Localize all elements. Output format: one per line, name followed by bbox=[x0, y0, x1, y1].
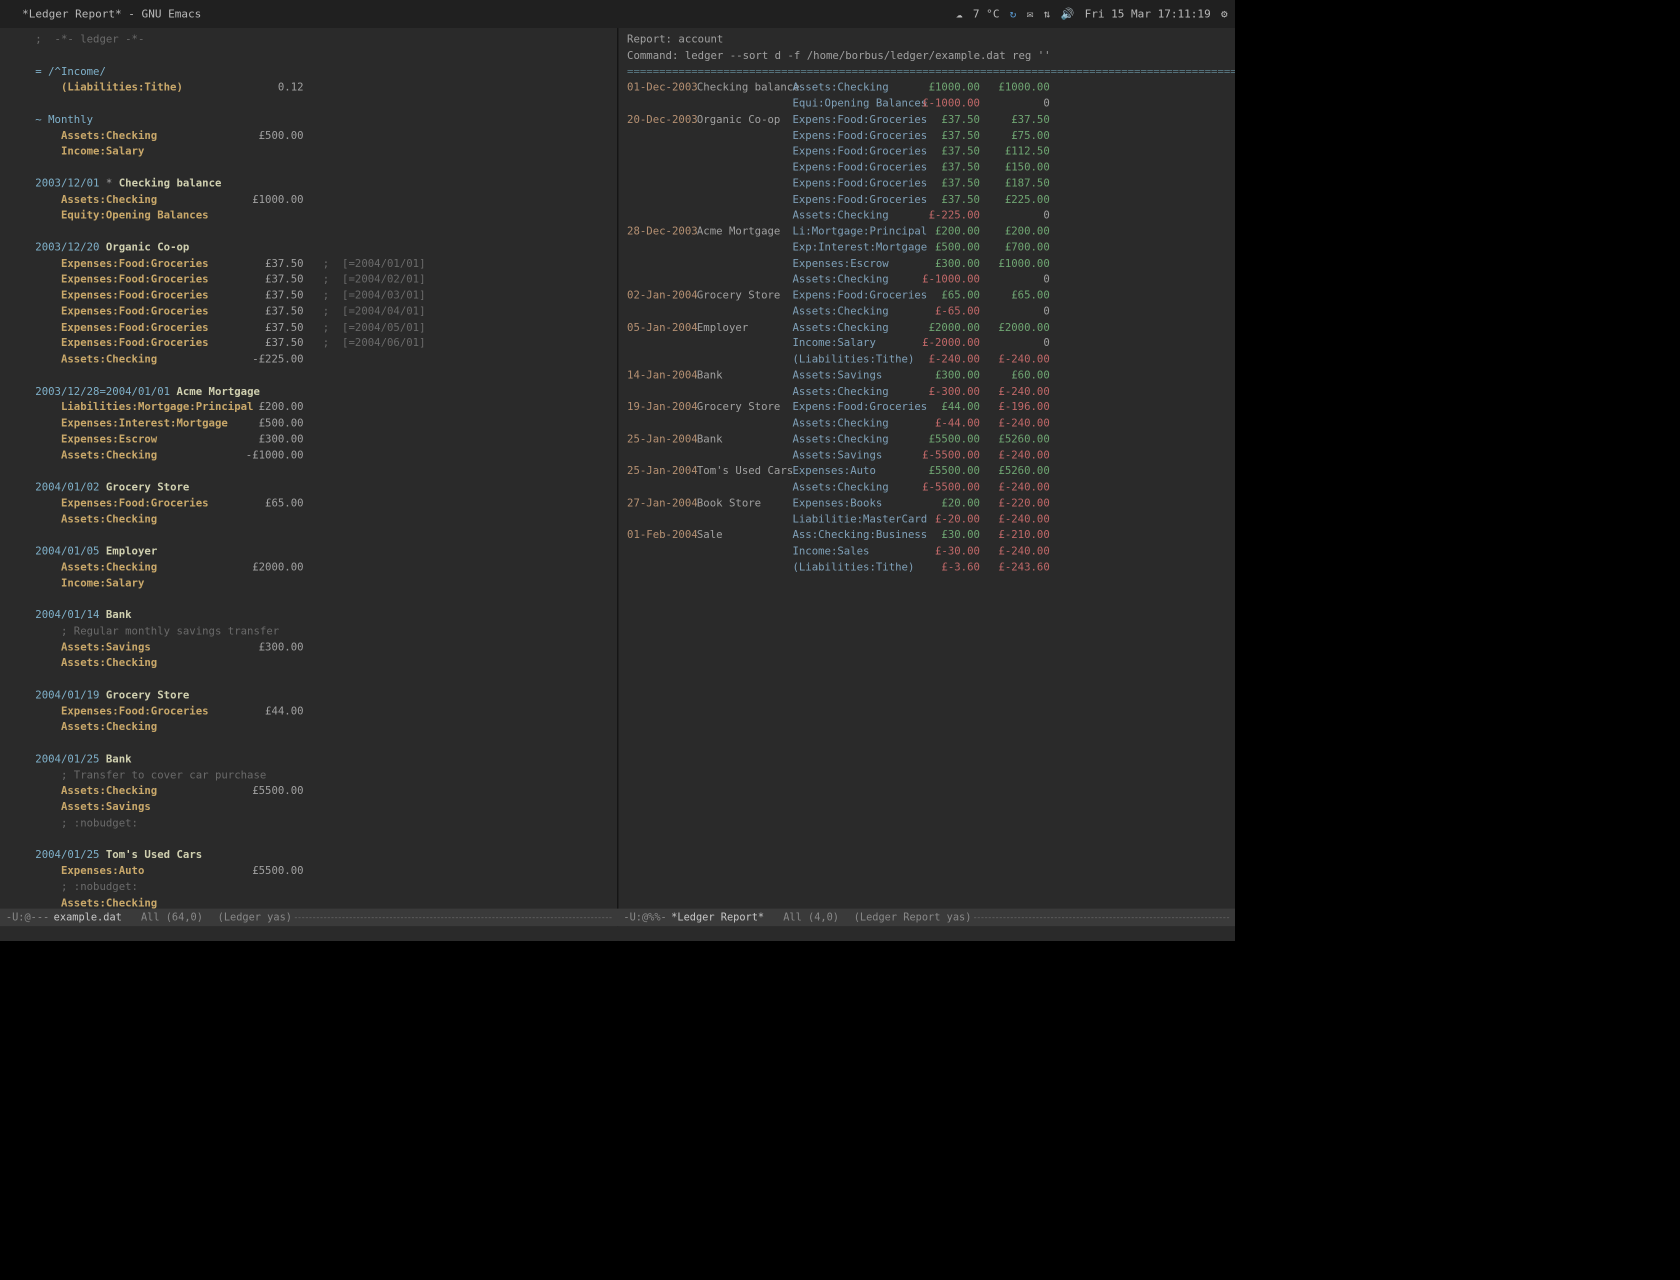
modeline-status: -U:@%%- bbox=[623, 910, 666, 925]
modeline-pos: All (4,0) bbox=[783, 910, 839, 925]
modeline-right: -U:@%%- *Ledger Report* All (4,0) (Ledge… bbox=[618, 909, 1236, 927]
modeline-status: -U:@--- bbox=[6, 910, 49, 925]
mail-icon[interactable]: ✉ bbox=[1027, 6, 1034, 23]
titlebar: *Ledger Report* - GNU Emacs ☁ 7 °C ↻ ✉ ⇅… bbox=[0, 0, 1235, 28]
minibuffer[interactable] bbox=[0, 926, 1235, 941]
modeline-buffer: *Ledger Report* bbox=[671, 910, 764, 925]
ledger-source-buffer[interactable]: ; -*- ledger -*- = /^Income/ (Liabilitie… bbox=[0, 28, 618, 941]
modeline-left: -U:@--- example.dat All (64,0) (Ledger y… bbox=[0, 909, 618, 927]
window-title: *Ledger Report* - GNU Emacs bbox=[22, 6, 201, 23]
volume-icon[interactable]: 🔊 bbox=[1061, 6, 1075, 23]
system-tray: ☁ 7 °C ↻ ✉ ⇅ 🔊 Fri 15 Mar 17:11:19 ⚙ bbox=[956, 6, 1228, 23]
network-icon[interactable]: ⇅ bbox=[1044, 6, 1051, 23]
refresh-icon[interactable]: ↻ bbox=[1010, 6, 1017, 23]
clock: Fri 15 Mar 17:11:19 bbox=[1085, 6, 1211, 23]
modeline-mode: (Ledger yas) bbox=[218, 910, 292, 925]
gear-icon[interactable]: ⚙ bbox=[1221, 6, 1228, 23]
weather-icon: ☁ bbox=[956, 6, 963, 23]
modeline-buffer: example.dat bbox=[54, 910, 122, 925]
ledger-report-buffer[interactable]: Report: account Command: ledger --sort d… bbox=[618, 28, 1236, 941]
modeline-mode: (Ledger Report yas) bbox=[854, 910, 972, 925]
weather-text: 7 °C bbox=[973, 6, 1000, 23]
modeline-pos: All (64,0) bbox=[141, 910, 203, 925]
